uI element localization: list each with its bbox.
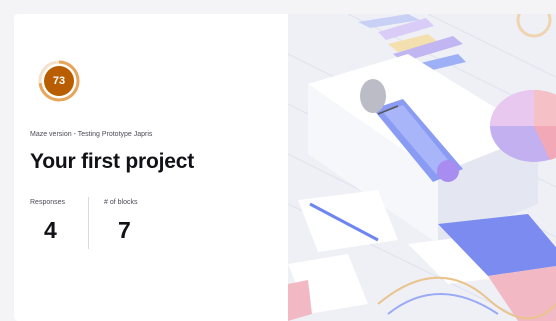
responses-label: Responses bbox=[30, 199, 66, 206]
score-value: 73 bbox=[52, 75, 66, 87]
blocks-label: # of blocks bbox=[104, 199, 138, 206]
responses-value: 4 bbox=[44, 217, 57, 243]
project-subtitle: Maze version - Testing Prototype Japris bbox=[30, 131, 153, 138]
project-illustration bbox=[288, 14, 556, 321]
stats-divider bbox=[88, 197, 89, 249]
project-card[interactable]: 73 Maze version - Testing Prototype Japr… bbox=[14, 14, 556, 321]
isometric-illustration-icon bbox=[288, 14, 556, 321]
maze-score: 73 bbox=[38, 60, 80, 102]
project-title[interactable]: Your first project bbox=[30, 150, 194, 174]
blocks-value: 7 bbox=[118, 217, 131, 243]
project-info: 73 Maze version - Testing Prototype Japr… bbox=[14, 14, 288, 321]
